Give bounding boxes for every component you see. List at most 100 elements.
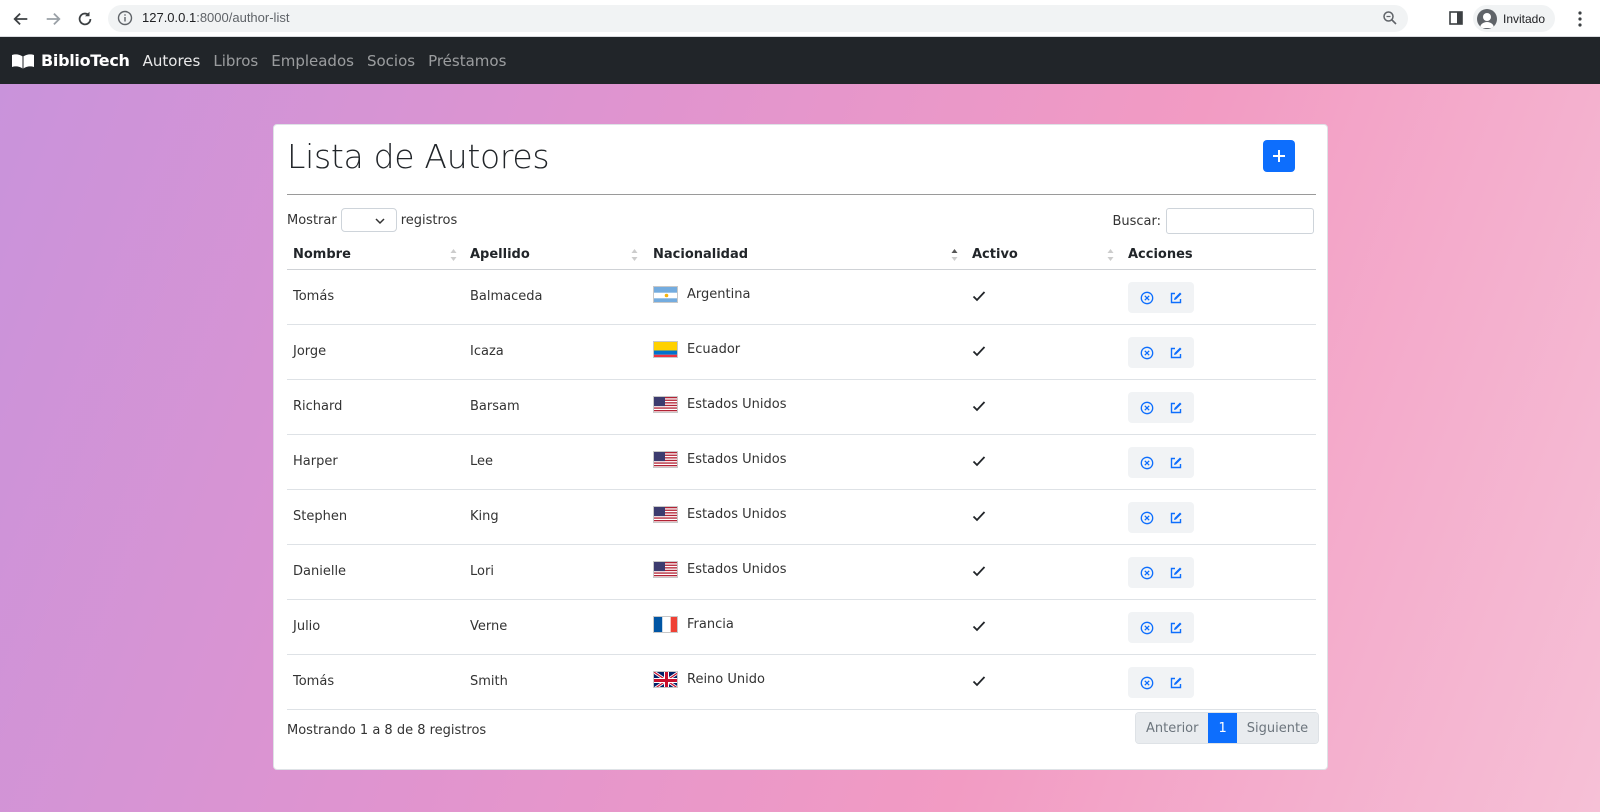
chevron-down-icon bbox=[375, 218, 385, 225]
nacionalidad-label: Estados Unidos bbox=[687, 507, 787, 522]
circle-x-icon bbox=[1140, 456, 1153, 469]
check-icon bbox=[972, 346, 986, 357]
nav-links: Autores Libros Empleados Socios Préstamo… bbox=[143, 52, 507, 70]
edit-button[interactable] bbox=[1165, 507, 1187, 529]
add-author-button[interactable] bbox=[1263, 140, 1295, 172]
nacionalidad-label: Francia bbox=[687, 617, 734, 632]
flag-ar-icon bbox=[653, 286, 678, 303]
pagination-page-1[interactable]: 1 bbox=[1208, 713, 1237, 743]
site-info-icon[interactable] bbox=[117, 10, 133, 26]
edit-button[interactable] bbox=[1165, 617, 1187, 639]
sort-ascending-icon bbox=[951, 249, 958, 261]
pagination-previous[interactable]: Anterior bbox=[1136, 713, 1209, 743]
nav-link-socios[interactable]: Socios bbox=[367, 52, 415, 70]
header-acciones: Acciones bbox=[1128, 247, 1193, 262]
search-control: Buscar: bbox=[1112, 208, 1314, 234]
edit-button[interactable] bbox=[1165, 287, 1187, 309]
cell-apellido: Lee bbox=[470, 454, 494, 469]
sort-icon bbox=[1107, 249, 1114, 261]
actions-group bbox=[1128, 502, 1194, 533]
nav-link-empleados[interactable]: Empleados bbox=[271, 52, 354, 70]
cell-nacionalidad: Estados Unidos bbox=[653, 451, 787, 468]
circle-x-icon bbox=[1140, 566, 1153, 579]
pencil-square-icon bbox=[1170, 347, 1181, 358]
page-background: Lista de Autores Mostrar registros Busca… bbox=[0, 84, 1600, 812]
side-panel-icon[interactable] bbox=[1448, 10, 1464, 26]
length-control: Mostrar registros bbox=[287, 208, 457, 232]
circle-x-icon bbox=[1140, 621, 1153, 634]
cell-apellido: Barsam bbox=[470, 399, 520, 414]
circle-x-icon bbox=[1140, 291, 1153, 304]
search-label: Buscar: bbox=[1112, 213, 1161, 229]
forward-arrow-icon[interactable] bbox=[42, 8, 64, 30]
cell-nacionalidad: Argentina bbox=[653, 286, 750, 303]
deactivate-button[interactable] bbox=[1136, 562, 1158, 584]
deactivate-button[interactable] bbox=[1136, 507, 1158, 529]
check-icon bbox=[972, 511, 986, 522]
table-body: Tomás Balmaceda Argentina Jorge Icaza Ec… bbox=[287, 270, 1316, 710]
length-label-after: registros bbox=[400, 212, 458, 228]
length-label-before: Mostrar bbox=[287, 212, 337, 228]
deactivate-button[interactable] bbox=[1136, 397, 1158, 419]
edit-button[interactable] bbox=[1165, 452, 1187, 474]
address-bar[interactable]: 127.0.0.1:8000/author-list bbox=[108, 5, 1408, 32]
check-icon bbox=[972, 401, 986, 412]
cell-nacionalidad: Estados Unidos bbox=[653, 561, 787, 578]
deactivate-button[interactable] bbox=[1136, 617, 1158, 639]
cell-nombre: Julio bbox=[293, 619, 321, 634]
circle-x-icon bbox=[1140, 401, 1153, 414]
search-input[interactable] bbox=[1166, 208, 1314, 234]
table-row: Julio Verne Francia bbox=[287, 600, 1316, 655]
edit-button[interactable] bbox=[1165, 342, 1187, 364]
pagination-next[interactable]: Siguiente bbox=[1236, 713, 1319, 743]
header-nacionalidad[interactable]: Nacionalidad bbox=[653, 247, 748, 262]
back-arrow-icon[interactable] bbox=[10, 8, 32, 30]
deactivate-button[interactable] bbox=[1136, 287, 1158, 309]
check-icon bbox=[972, 291, 986, 302]
brand[interactable]: BiblioTech bbox=[11, 51, 130, 70]
deactivate-button[interactable] bbox=[1136, 452, 1158, 474]
nav-link-autores[interactable]: Autores bbox=[143, 52, 201, 70]
deactivate-button[interactable] bbox=[1136, 672, 1158, 694]
edit-button[interactable] bbox=[1165, 397, 1187, 419]
avatar-icon bbox=[1477, 8, 1497, 29]
cell-nacionalidad: Francia bbox=[653, 616, 734, 633]
cell-apellido: Lori bbox=[470, 564, 494, 579]
plus-icon bbox=[1273, 150, 1285, 162]
sort-icon bbox=[631, 249, 638, 261]
deactivate-button[interactable] bbox=[1136, 342, 1158, 364]
header-activo[interactable]: Activo bbox=[972, 247, 1018, 262]
flag-us-icon bbox=[653, 451, 678, 468]
flag-fr-icon bbox=[653, 616, 678, 633]
check-icon bbox=[972, 456, 986, 467]
pagination: Anterior 1 Siguiente bbox=[1135, 712, 1320, 744]
header-apellido[interactable]: Apellido bbox=[470, 247, 530, 262]
flag-us-icon bbox=[653, 396, 678, 413]
edit-button[interactable] bbox=[1165, 562, 1187, 584]
actions-group bbox=[1128, 282, 1194, 313]
circle-x-icon bbox=[1140, 346, 1153, 359]
cell-nombre: Stephen bbox=[293, 509, 348, 524]
nav-link-libros[interactable]: Libros bbox=[213, 52, 258, 70]
reload-icon[interactable] bbox=[74, 8, 96, 30]
title-divider bbox=[287, 194, 1316, 195]
pencil-square-icon bbox=[1170, 402, 1181, 413]
sort-icon bbox=[450, 249, 457, 261]
cell-apellido: Balmaceda bbox=[470, 289, 543, 304]
cell-nacionalidad: Estados Unidos bbox=[653, 506, 787, 523]
page-length-select[interactable] bbox=[340, 208, 397, 232]
cell-nombre: Harper bbox=[293, 454, 338, 469]
table-row: Harper Lee Estados Unidos bbox=[287, 435, 1316, 490]
actions-group bbox=[1128, 447, 1194, 478]
header-nombre[interactable]: Nombre bbox=[293, 247, 351, 262]
table-row: Jorge Icaza Ecuador bbox=[287, 325, 1316, 380]
profile-button[interactable]: Invitado bbox=[1473, 5, 1556, 32]
actions-group bbox=[1128, 667, 1194, 698]
kebab-menu-icon[interactable] bbox=[1572, 10, 1588, 28]
nav-link-prestamos[interactable]: Préstamos bbox=[428, 52, 506, 70]
actions-group bbox=[1128, 392, 1194, 423]
pencil-square-icon bbox=[1170, 292, 1181, 303]
circle-x-icon bbox=[1140, 511, 1153, 524]
edit-button[interactable] bbox=[1165, 672, 1187, 694]
zoom-icon[interactable] bbox=[1382, 10, 1398, 26]
